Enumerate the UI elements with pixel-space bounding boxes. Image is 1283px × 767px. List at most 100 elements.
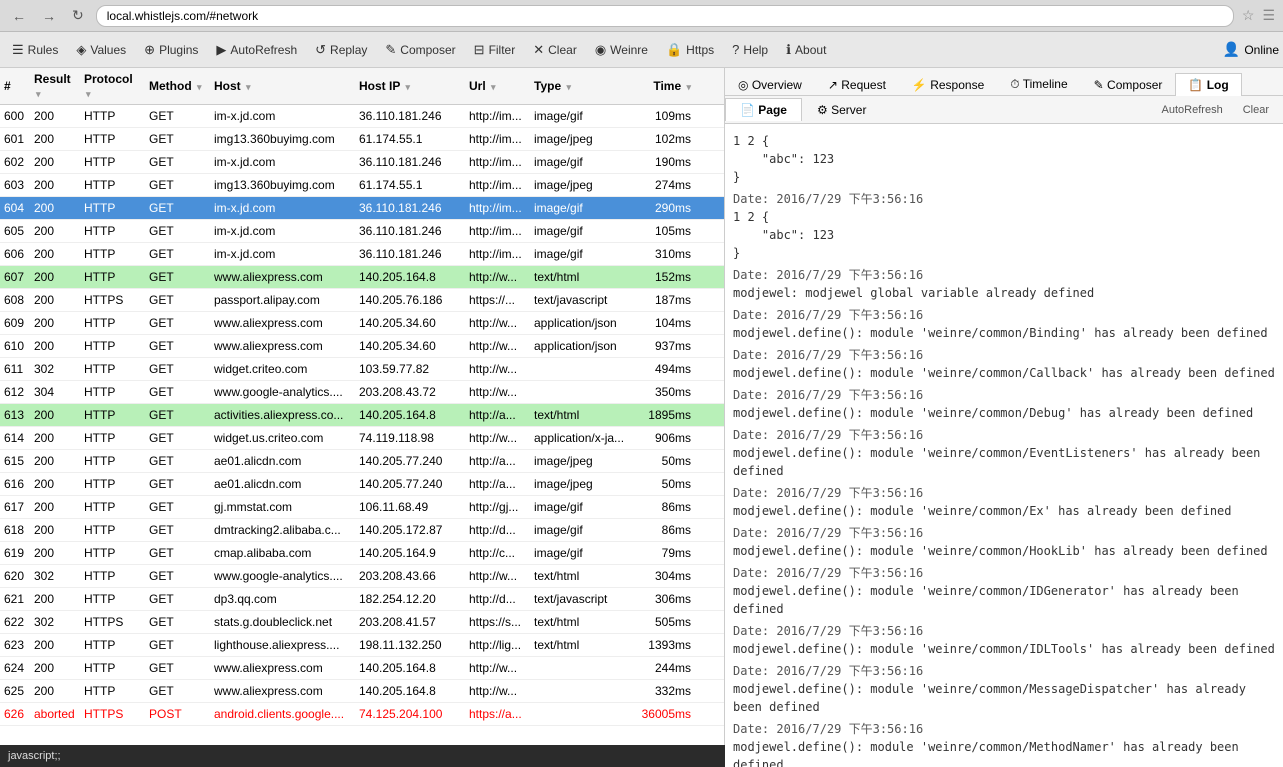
address-bar[interactable]	[96, 5, 1234, 27]
values-button[interactable]: ◈ Values	[68, 38, 134, 62]
right-tab-log[interactable]: 📋 Log	[1175, 73, 1241, 96]
table-row[interactable]: 618 200 HTTP GET dmtracking2.alibaba.c..…	[0, 519, 724, 542]
table-row[interactable]: 616 200 HTTP GET ae01.alicdn.com 140.205…	[0, 473, 724, 496]
table-row[interactable]: 614 200 HTTP GET widget.us.criteo.com 74…	[0, 427, 724, 450]
row-protocol: HTTP	[80, 174, 145, 196]
table-row[interactable]: 620 302 HTTP GET www.google-analytics...…	[0, 565, 724, 588]
row-protocol: HTTP	[80, 151, 145, 173]
row-type: text/html	[530, 634, 630, 656]
log-entry: Date: 2016/7/29 下午3:56:16modjewel.define…	[733, 622, 1275, 658]
row-url: http://w...	[465, 657, 530, 679]
col-type-header[interactable]: Type ▾	[530, 75, 630, 97]
log-subtab-server[interactable]: ⚙ Server	[802, 98, 881, 121]
weinre-button[interactable]: ◉ Weinre	[587, 38, 656, 62]
bookmark-icon[interactable]: ☆	[1242, 7, 1255, 24]
row-time: 274ms	[630, 174, 695, 196]
row-type: application/json	[530, 335, 630, 357]
row-time: 350ms	[630, 381, 695, 403]
row-type: image/gif	[530, 105, 630, 127]
col-host-header[interactable]: Host ▾	[210, 75, 355, 97]
autorefresh-button[interactable]: ▶ AutoRefresh	[208, 38, 305, 62]
table-row[interactable]: 624 200 HTTP GET www.aliexpress.com 140.…	[0, 657, 724, 680]
table-row[interactable]: 617 200 HTTP GET gj.mmstat.com 106.11.68…	[0, 496, 724, 519]
clear-button[interactable]: ✕ Clear	[525, 38, 585, 62]
table-row[interactable]: 625 200 HTTP GET www.aliexpress.com 140.…	[0, 680, 724, 703]
log-message: modjewel.define(): module 'weinre/common…	[733, 404, 1275, 422]
row-protocol: HTTP	[80, 128, 145, 150]
online-label: Online	[1244, 43, 1279, 57]
row-result: 200	[30, 105, 80, 127]
table-row[interactable]: 615 200 HTTP GET ae01.alicdn.com 140.205…	[0, 450, 724, 473]
log-date: Date: 2016/7/29 下午3:56:16	[733, 266, 1275, 284]
rules-button[interactable]: ☰ Rules	[4, 38, 66, 62]
forward-button[interactable]: →	[38, 6, 60, 26]
menu-icon[interactable]: ☰	[1262, 7, 1275, 24]
log-clear-button[interactable]: Clear	[1237, 102, 1275, 118]
row-url: http://w...	[465, 312, 530, 334]
right-tab-request[interactable]: ↗ Request	[815, 73, 899, 96]
table-row[interactable]: 626 aborted HTTPS POST android.clients.g…	[0, 703, 724, 726]
table-row[interactable]: 602 200 HTTP GET im-x.jd.com 36.110.181.…	[0, 151, 724, 174]
help-button[interactable]: ? Help	[724, 38, 776, 61]
col-hostip-header[interactable]: Host IP ▾	[355, 75, 465, 97]
log-entry: Date: 2016/7/29 下午3:56:16modjewel.define…	[733, 386, 1275, 422]
right-tab-overview[interactable]: ◎ Overview	[725, 73, 815, 96]
log-autorefresh-button[interactable]: AutoRefresh	[1156, 102, 1229, 118]
table-row[interactable]: 622 302 HTTPS GET stats.g.doubleclick.ne…	[0, 611, 724, 634]
plugins-button[interactable]: ⊕ Plugins	[136, 38, 206, 62]
about-button[interactable]: ℹ About	[778, 38, 834, 62]
row-protocol: HTTP	[80, 496, 145, 518]
log-entry: Date: 2016/7/29 下午3:56:16modjewel.define…	[733, 662, 1275, 716]
table-row[interactable]: 605 200 HTTP GET im-x.jd.com 36.110.181.…	[0, 220, 724, 243]
right-tab-timeline[interactable]: ⏱ Timeline	[997, 72, 1080, 96]
right-tab-response[interactable]: ⚡ Response	[899, 73, 997, 96]
filter-button[interactable]: ⊟ Filter	[466, 38, 524, 62]
col-protocol-header[interactable]: Protocol ▾	[80, 68, 145, 104]
table-row[interactable]: 621 200 HTTP GET dp3.qq.com 182.254.12.2…	[0, 588, 724, 611]
row-method: GET	[145, 427, 210, 449]
log-subtab-page[interactable]: 📄 Page	[725, 98, 802, 121]
row-host: android.clients.google....	[210, 703, 355, 725]
row-url: http://a...	[465, 450, 530, 472]
col-method-header[interactable]: Method ▾	[145, 75, 210, 97]
row-hostip: 36.110.181.246	[355, 197, 465, 219]
row-hostip: 182.254.12.20	[355, 588, 465, 610]
replay-button[interactable]: ↺ Replay	[307, 38, 375, 62]
table-row[interactable]: 609 200 HTTP GET www.aliexpress.com 140.…	[0, 312, 724, 335]
log-entry: 1 2 { "abc": 123 }	[733, 132, 1275, 186]
table-row[interactable]: 600 200 HTTP GET im-x.jd.com 36.110.181.…	[0, 105, 724, 128]
back-button[interactable]: ←	[8, 6, 30, 26]
row-type: text/html	[530, 565, 630, 587]
row-time: 310ms	[630, 243, 695, 265]
composer-button[interactable]: ✎ Composer	[377, 38, 463, 62]
table-row[interactable]: 619 200 HTTP GET cmap.alibaba.com 140.20…	[0, 542, 724, 565]
col-result-header[interactable]: Result ▾	[30, 68, 80, 104]
table-row[interactable]: 610 200 HTTP GET www.aliexpress.com 140.…	[0, 335, 724, 358]
table-row[interactable]: 612 304 HTTP GET www.google-analytics...…	[0, 381, 724, 404]
right-tab-composer[interactable]: ✎ Composer	[1081, 73, 1176, 96]
table-row[interactable]: 604 200 HTTP GET im-x.jd.com 36.110.181.…	[0, 197, 724, 220]
table-row[interactable]: 601 200 HTTP GET img13.360buyimg.com 61.…	[0, 128, 724, 151]
refresh-button[interactable]: ↻	[68, 5, 88, 26]
col-time-header[interactable]: Time ▾	[630, 75, 695, 97]
table-row[interactable]: 623 200 HTTP GET lighthouse.aliexpress..…	[0, 634, 724, 657]
row-type: image/gif	[530, 197, 630, 219]
table-row[interactable]: 608 200 HTTPS GET passport.alipay.com 14…	[0, 289, 724, 312]
table-row[interactable]: 607 200 HTTP GET www.aliexpress.com 140.…	[0, 266, 724, 289]
autorefresh-label: AutoRefresh	[230, 43, 297, 57]
table-row[interactable]: 611 302 HTTP GET widget.criteo.com 103.5…	[0, 358, 724, 381]
table-row[interactable]: 613 200 HTTP GET activities.aliexpress.c…	[0, 404, 724, 427]
col-url-header[interactable]: Url ▾	[465, 75, 530, 97]
row-host: dp3.qq.com	[210, 588, 355, 610]
https-button[interactable]: 🔒 Https	[658, 38, 722, 62]
table-row[interactable]: 603 200 HTTP GET img13.360buyimg.com 61.…	[0, 174, 724, 197]
log-date: Date: 2016/7/29 下午3:56:16	[733, 662, 1275, 680]
table-row[interactable]: 606 200 HTTP GET im-x.jd.com 36.110.181.…	[0, 243, 724, 266]
row-url: http://d...	[465, 519, 530, 541]
row-time: 86ms	[630, 496, 695, 518]
row-result: 200	[30, 450, 80, 472]
row-result: 200	[30, 519, 80, 541]
row-protocol: HTTP	[80, 542, 145, 564]
row-hostip: 103.59.77.82	[355, 358, 465, 380]
row-time: 187ms	[630, 289, 695, 311]
